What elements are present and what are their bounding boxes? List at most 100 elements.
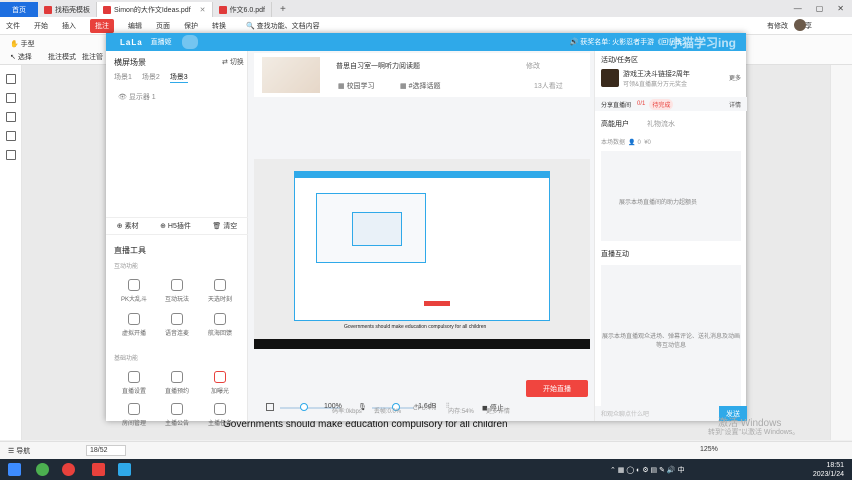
share-progress: 0/1 [637, 101, 646, 107]
tool-virtual-live[interactable]: 虚拟开播 [114, 313, 154, 337]
dropped-frames: 丢帧:0.0% [373, 409, 402, 415]
tool-room-manage[interactable]: 房间管理 [114, 403, 154, 427]
clear-button[interactable]: 🗑 清空 [212, 221, 237, 231]
mic-icon [171, 313, 183, 325]
pdf-icon [103, 5, 111, 14]
tab-essay[interactable]: 作文6.0.pdf [213, 2, 272, 17]
tool-lucky-draw[interactable]: 天选时刻 [200, 279, 240, 303]
wechat-icon[interactable] [36, 463, 49, 476]
layers-icon[interactable] [5, 150, 16, 160]
today-data: 本场数据 👤 0 ¥0 [601, 140, 651, 146]
start-icon[interactable] [8, 463, 21, 476]
scene-tab-2[interactable]: 场景2 [142, 72, 160, 83]
clock[interactable]: 18:51 2023/1/24 [813, 461, 844, 479]
game-icon [171, 279, 183, 291]
share-task[interactable]: 分享直播间 0/1 待完成 详情 [595, 97, 747, 111]
tab-simon-ideas[interactable]: Simon的大作文Ideas.pdf ✕ [97, 2, 213, 17]
basic-section-label: 基础功能 [114, 356, 139, 362]
nav-button[interactable]: ☰ 导航 [8, 446, 30, 456]
app-icon[interactable] [62, 463, 75, 476]
scene-tabs: 场景1 场景2 场景3 [114, 72, 188, 83]
tool-voyage-reward[interactable]: 航海回馈 [200, 313, 240, 337]
h5-plugin-button[interactable]: ⊕ H5插件 [160, 221, 191, 231]
hand-tool[interactable]: ✋ 手型 [10, 39, 35, 49]
tool-live-settings[interactable]: 直播设置 [114, 371, 154, 395]
menu-start[interactable]: 开始 [34, 21, 48, 31]
select-tool[interactable]: ↖ 选择 [10, 52, 32, 62]
close-icon[interactable]: ✕ [200, 6, 206, 14]
menu-edit[interactable]: 编辑 [128, 21, 142, 31]
tab-high-energy-users[interactable]: 高能用户 [601, 119, 629, 129]
app-name: 直播姬 [150, 39, 172, 46]
menu-protect[interactable]: 保护 [184, 21, 198, 31]
annotation-mode-button[interactable]: 批注模式 [48, 52, 76, 62]
preview-panel: 普思自习室一啊听力阅读题 修改 ▦ 校园学习 ▦ #选择话题 13人看过 Gov… [248, 51, 594, 421]
pk-icon [128, 279, 140, 291]
new-tab-button[interactable]: + [272, 2, 294, 17]
category-tag[interactable]: ▦ 校园学习 [338, 81, 375, 91]
menu-convert[interactable]: 转换 [212, 21, 226, 31]
switch-button[interactable]: ⇄ 切换 [222, 57, 244, 67]
interact-section-label: 互动功能 [114, 264, 139, 270]
start-live-button[interactable]: 开始直播 [526, 380, 588, 397]
source-monitor-1[interactable]: 👁 显示器 1 [118, 92, 156, 102]
live-stream-window: LaLa 直播姬 🔊 获奖名单: 火影忍者手游《回归季... 小猫学习ing 横… [106, 33, 747, 427]
menu-right: 有修改 分享 [767, 21, 852, 31]
topic-tag[interactable]: ▦ #选择话题 [400, 81, 440, 91]
comment-icon[interactable] [5, 112, 16, 122]
zoom-level[interactable]: 125% [700, 446, 718, 453]
window-controls: — ▢ ✕ [794, 0, 852, 17]
material-button[interactable]: ⊕ 素材 [117, 221, 139, 231]
event-banner[interactable]: 游戏王决斗链接2周年 可领&直播赢分万元奖金 更多 [601, 65, 741, 91]
details-link[interactable]: 详情 [729, 100, 741, 109]
chat-input[interactable]: 和观众聊点什么吧 [601, 409, 649, 418]
header-watermark: 小猫学习ing [670, 36, 736, 50]
mascot-icon [181, 35, 198, 49]
search-input[interactable]: 🔍 查找功能、文档内容 [246, 21, 320, 31]
modified-indicator: 有修改 [767, 22, 788, 30]
tool-live-booking[interactable]: 直播预约 [157, 371, 197, 395]
attachment-icon[interactable] [5, 131, 16, 141]
tool-interactive-play[interactable]: 互动玩法 [157, 279, 197, 303]
avatar-icon [128, 313, 140, 325]
room-cover[interactable] [262, 57, 320, 93]
tools-title: 直播工具 [114, 246, 146, 255]
stream-stats: 码率:0kbps 丢帧:0.0% CPU:4% 内存:54% 更多详情 [248, 406, 594, 418]
tool-boost-exposure[interactable]: 加曝光 [200, 371, 240, 395]
menu-insert[interactable]: 插入 [62, 21, 76, 31]
interaction-message: 展示本场直播观众进场、弹幕评论、送礼消息及动画等互动信息 [601, 334, 740, 349]
menu-annotate[interactable]: 批注 [90, 18, 114, 33]
share-label: 分享直播间 [601, 102, 632, 109]
tool-pk[interactable]: PK大乱斗 [114, 279, 154, 303]
tray-icons[interactable]: ⌃ ▦ ◯ ◐ ⚙ ▤ ✎ 🔊 中 [610, 465, 685, 475]
thumbnail-icon[interactable] [5, 74, 16, 84]
interaction-title: 直播互动 [601, 251, 629, 258]
scene-tab-3[interactable]: 场景3 [169, 72, 188, 83]
more-details-link[interactable]: 更多详情 [486, 406, 510, 418]
maximize-icon[interactable]: ▢ [816, 4, 824, 13]
minimize-icon[interactable]: — [794, 4, 802, 13]
page-input[interactable]: 18/52 [86, 445, 126, 456]
scene-title: 横屏场景 [114, 58, 146, 67]
nested-window-2 [316, 193, 426, 263]
home-tab[interactable]: 首页 [0, 2, 38, 17]
tab-templates[interactable]: 找稻壳模板 [38, 2, 97, 17]
more-link[interactable]: 更多 [729, 73, 741, 82]
close-window-icon[interactable]: ✕ [837, 4, 844, 13]
bookmark-icon[interactable] [5, 93, 16, 103]
tool-announcement[interactable]: 主播公告 [157, 403, 197, 427]
tool-tasks[interactable]: 主播任务 [200, 403, 240, 427]
menu-page[interactable]: 页面 [156, 21, 170, 31]
menu-file[interactable]: 文件 [6, 21, 20, 31]
tool-voice-link[interactable]: 语音连麦 [157, 313, 197, 337]
edit-button[interactable]: 修改 [526, 61, 540, 71]
annotation-manager-button[interactable]: 批注管 [82, 52, 103, 62]
avatar[interactable] [794, 19, 806, 31]
wps-icon[interactable] [92, 463, 105, 476]
stream-preview[interactable]: Governments should make education compul… [254, 159, 590, 349]
pdf-icon [218, 5, 227, 14]
live-app-icon[interactable] [118, 463, 131, 476]
scene-tab-1[interactable]: 场景1 [114, 72, 132, 83]
tab-gift-flow[interactable]: 礼物流水 [647, 119, 675, 129]
bitrate: 码率:0kbps [332, 409, 362, 415]
